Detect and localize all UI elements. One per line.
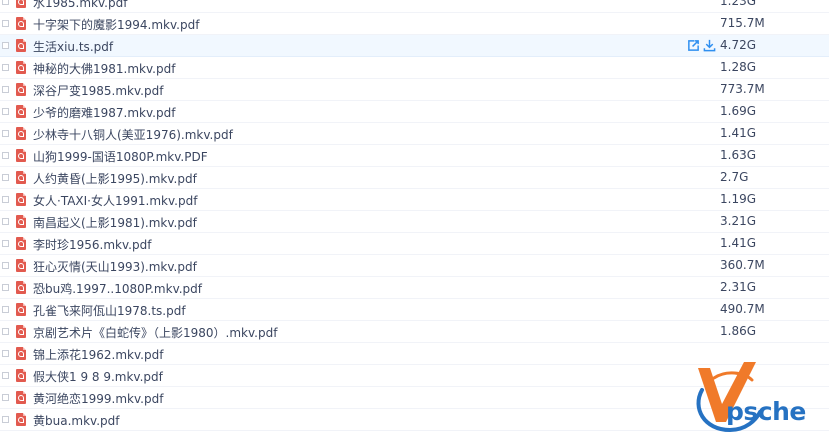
file-row[interactable]: 山狗1999-国语1080P.mkv.PDF 1.63G — [0, 145, 829, 167]
file-size: 1.63G — [720, 148, 757, 162]
file-row[interactable]: 孔雀飞来阿佤山1978.ts.pdf 490.7M — [0, 299, 829, 321]
pdf-file-icon — [16, 303, 26, 316]
pdf-file-icon — [16, 215, 26, 228]
row-checkbox[interactable] — [2, 86, 9, 93]
row-checkbox[interactable] — [2, 196, 9, 203]
file-row[interactable]: 少爷的磨难1987.mkv.pdf 1.69G — [0, 101, 829, 123]
row-checkbox[interactable] — [2, 42, 9, 49]
row-checkbox[interactable] — [2, 306, 9, 313]
file-row[interactable]: 女人·TAXI·女人1991.mkv.pdf 1.19G — [0, 189, 829, 211]
row-checkbox[interactable] — [2, 372, 9, 379]
file-row[interactable]: 神秘的大佛1981.mkv.pdf 1.28G — [0, 57, 829, 79]
file-size: 1.86G — [720, 324, 757, 338]
pdf-file-icon — [16, 347, 26, 360]
file-name-link[interactable]: 假大侠1 9 8 9.mkv.pdf — [33, 368, 163, 385]
pdf-file-icon — [16, 193, 26, 206]
pdf-file-icon — [16, 83, 26, 96]
row-checkbox[interactable] — [2, 240, 9, 247]
file-size: 1.41G — [720, 236, 757, 250]
file-name-link[interactable]: 山狗1999-国语1080P.mkv.PDF — [33, 148, 208, 165]
file-size: 490.7M — [720, 302, 765, 316]
file-name-link[interactable]: 生活xiu.ts.pdf — [33, 38, 113, 55]
file-size: 4.72G — [720, 38, 757, 52]
file-size: 360.7M — [720, 258, 765, 272]
pdf-file-icon — [16, 127, 26, 140]
file-size: 773.7M — [720, 82, 765, 96]
file-name-link[interactable]: 孔雀飞来阿佤山1978.ts.pdf — [33, 302, 186, 319]
watermark-logo: psche — [694, 360, 829, 437]
pdf-file-icon — [16, 39, 26, 52]
pdf-file-icon — [16, 259, 26, 272]
file-name-link[interactable]: 神秘的大佛1981.mkv.pdf — [33, 60, 175, 77]
file-size: 1.23G — [720, 0, 757, 8]
file-row[interactable]: 水1985.mkv.pdf 1.23G — [0, 0, 829, 13]
row-checkbox[interactable] — [2, 108, 9, 115]
file-row[interactable]: 狂心灭情(天山1993).mkv.pdf 360.7M — [0, 255, 829, 277]
pdf-file-icon — [16, 325, 26, 338]
file-row[interactable]: 南昌起义(上影1981).mkv.pdf 3.21G — [0, 211, 829, 233]
file-name-link[interactable]: 黄bua.mkv.pdf — [33, 412, 119, 429]
pdf-file-icon — [16, 413, 26, 426]
row-checkbox[interactable] — [2, 262, 9, 269]
file-name-link[interactable]: 黄河绝恋1999.mkv.pdf — [33, 390, 163, 407]
pdf-file-icon — [16, 17, 26, 30]
file-name-link[interactable]: 深谷尸变1985.mkv.pdf — [33, 82, 163, 99]
file-row[interactable]: 生活xiu.ts.pdf 4.72G — [0, 35, 829, 57]
file-name-link[interactable]: 恐bu鸡.1997..1080P.mkv.pdf — [33, 280, 202, 297]
file-size: 1.28G — [720, 60, 757, 74]
share-icon[interactable] — [687, 39, 700, 52]
row-checkbox[interactable] — [2, 20, 9, 27]
file-name-link[interactable]: 少林寺十八铜人(美亚1976).mkv.pdf — [33, 126, 233, 143]
row-actions — [687, 39, 717, 53]
row-checkbox[interactable] — [2, 394, 9, 401]
file-size: 715.7M — [720, 16, 765, 30]
row-checkbox[interactable] — [2, 152, 9, 159]
row-checkbox[interactable] — [2, 0, 9, 5]
pdf-file-icon — [16, 149, 26, 162]
row-checkbox[interactable] — [2, 174, 9, 181]
download-icon[interactable] — [703, 39, 716, 52]
watermark-text: psche — [726, 397, 806, 426]
file-row[interactable]: 人约黄昏(上影1995).mkv.pdf 2.7G — [0, 167, 829, 189]
file-name-link[interactable]: 南昌起义(上影1981).mkv.pdf — [33, 214, 197, 231]
file-name-link[interactable]: 十字架下的魔影1994.mkv.pdf — [33, 16, 199, 33]
pdf-file-icon — [16, 105, 26, 118]
pdf-file-icon — [16, 61, 26, 74]
file-size: 2.7G — [720, 170, 749, 184]
file-row[interactable]: 少林寺十八铜人(美亚1976).mkv.pdf 1.41G — [0, 123, 829, 145]
file-name-link[interactable]: 狂心灭情(天山1993).mkv.pdf — [33, 258, 197, 275]
row-checkbox[interactable] — [2, 416, 9, 423]
row-checkbox[interactable] — [2, 130, 9, 137]
pdf-file-icon — [16, 0, 26, 8]
file-size: 1.19G — [720, 192, 757, 206]
file-name-link[interactable]: 锦上添花1962.mkv.pdf — [33, 346, 163, 363]
file-row[interactable]: 深谷尸变1985.mkv.pdf 773.7M — [0, 79, 829, 101]
file-row[interactable]: 十字架下的魔影1994.mkv.pdf 715.7M — [0, 13, 829, 35]
file-size: 1.69G — [720, 104, 757, 118]
file-name-link[interactable]: 水1985.mkv.pdf — [33, 0, 127, 11]
file-name-link[interactable]: 女人·TAXI·女人1991.mkv.pdf — [33, 192, 197, 209]
file-size: 1.41G — [720, 126, 757, 140]
file-size: 2.31G — [720, 280, 757, 294]
pdf-file-icon — [16, 171, 26, 184]
pdf-file-icon — [16, 391, 26, 404]
row-checkbox[interactable] — [2, 284, 9, 291]
file-row[interactable]: 恐bu鸡.1997..1080P.mkv.pdf 2.31G — [0, 277, 829, 299]
file-name-link[interactable]: 人约黄昏(上影1995).mkv.pdf — [33, 170, 197, 187]
file-row[interactable]: 李时珍1956.mkv.pdf 1.41G — [0, 233, 829, 255]
file-row[interactable]: 京剧艺术片《白蛇传》（上影1980）.mkv.pdf 1.86G — [0, 321, 829, 343]
row-checkbox[interactable] — [2, 64, 9, 71]
file-name-link[interactable]: 李时珍1956.mkv.pdf — [33, 236, 151, 253]
row-checkbox[interactable] — [2, 350, 9, 357]
pdf-file-icon — [16, 237, 26, 250]
file-size: 3.21G — [720, 214, 757, 228]
row-checkbox[interactable] — [2, 218, 9, 225]
file-name-link[interactable]: 少爷的磨难1987.mkv.pdf — [33, 104, 175, 121]
file-name-link[interactable]: 京剧艺术片《白蛇传》（上影1980）.mkv.pdf — [33, 324, 277, 341]
pdf-file-icon — [16, 281, 26, 294]
pdf-file-icon — [16, 369, 26, 382]
row-checkbox[interactable] — [2, 328, 9, 335]
